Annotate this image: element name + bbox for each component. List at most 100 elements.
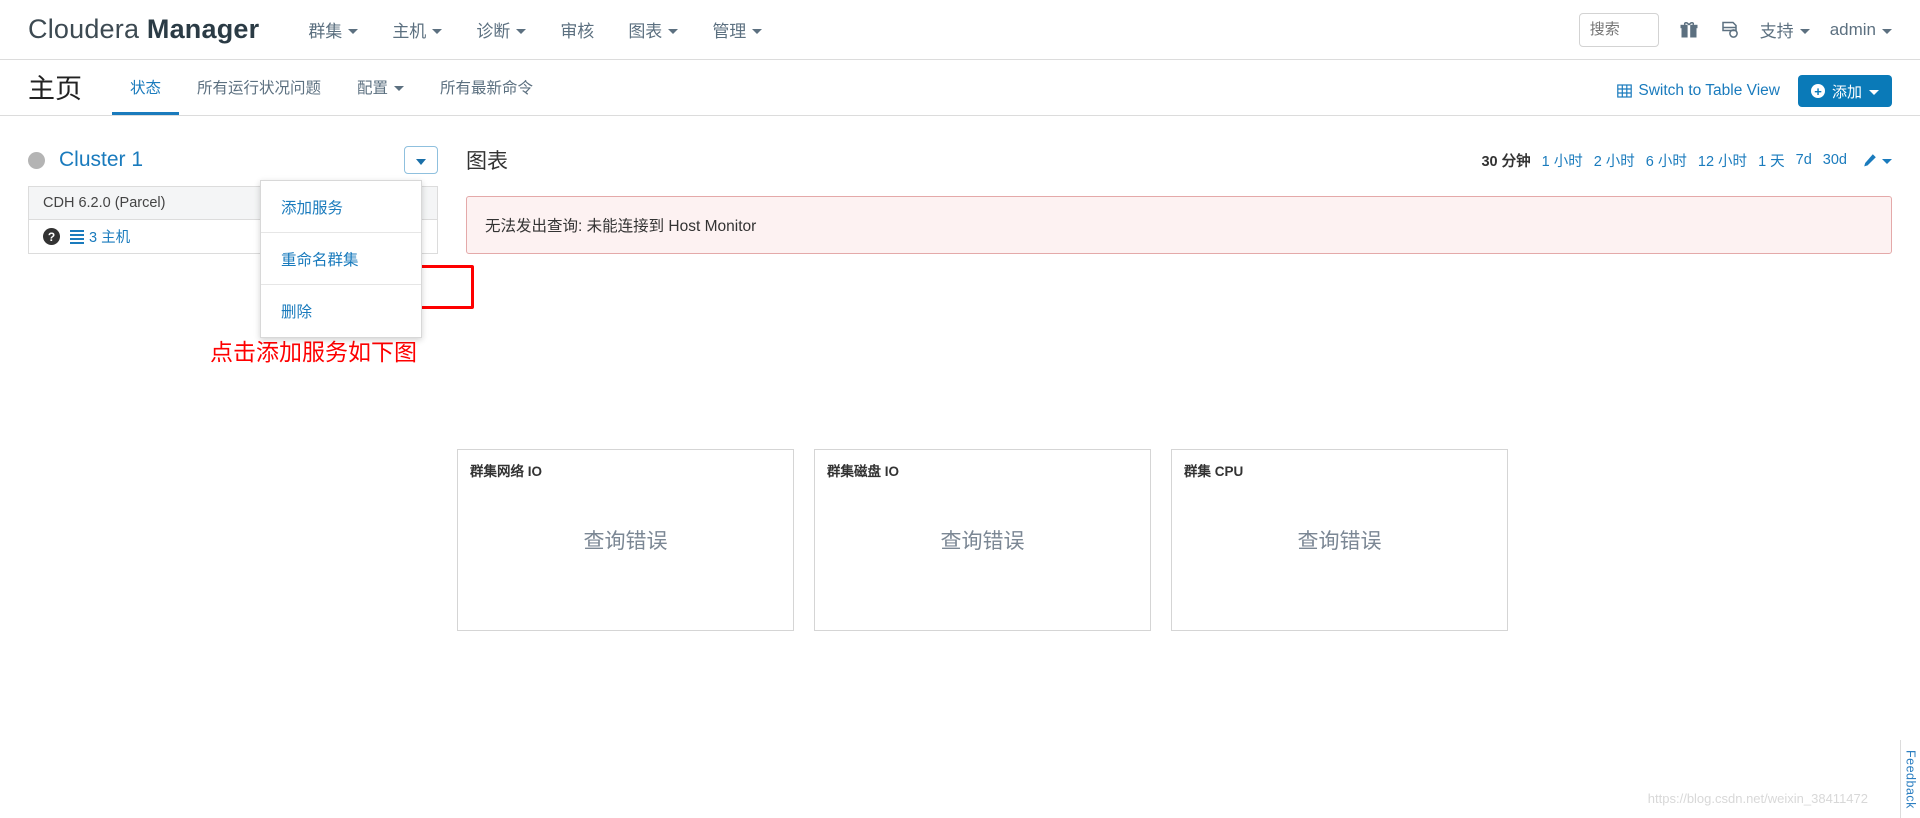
tab-all-recent-commands-label: 所有最新命令 <box>440 80 534 97</box>
menu-item-charts-label: 图表 <box>628 22 663 41</box>
time-range-1day[interactable]: 1 天 <box>1758 150 1785 171</box>
time-range-30min[interactable]: 30 分钟 <box>1481 150 1530 171</box>
time-range-12hour[interactable]: 12 小时 <box>1698 150 1747 171</box>
menu-item-hosts-label: 主机 <box>392 22 427 41</box>
search-input[interactable] <box>1578 12 1659 47</box>
cluster-hosts-link[interactable]: 3 主机 <box>70 226 130 247</box>
menu-item-diagnostics[interactable]: 诊断 <box>459 17 543 42</box>
chevron-down-icon <box>668 28 679 34</box>
chart-card-message: 查询错误 <box>1297 530 1382 553</box>
tab-configuration-label: 配置 <box>357 80 389 97</box>
list-icon <box>70 229 84 244</box>
cluster-column: Cluster 1 CDH 6.2.0 (Parcel) ? 3 主机 添加服务 <box>28 138 474 365</box>
tab-status-label: 状态 <box>130 80 162 97</box>
menu-item-diagnostics-label: 诊断 <box>476 22 511 41</box>
time-range-2hour[interactable]: 2 小时 <box>1594 150 1635 171</box>
time-range-30d[interactable]: 30d <box>1823 152 1847 168</box>
sub-nav-right-controls: Switch to Table View + 添加 <box>1617 75 1892 115</box>
support-label: 支持 <box>1759 22 1794 41</box>
cluster-actions-dropdown-button[interactable] <box>404 146 438 174</box>
parcel-diagram-icon[interactable] <box>1719 19 1740 40</box>
menu-item-clusters[interactable]: 群集 <box>291 17 375 42</box>
chart-card-cluster-network-io[interactable]: 群集网络 IO 查询错误 <box>457 449 794 631</box>
support-menu[interactable]: 支持 <box>1760 17 1810 42</box>
menu-item-rename-cluster-label: 重命名群集 <box>281 251 359 269</box>
charts-title: 图表 <box>466 150 508 173</box>
menu-item-add-service-label: 添加服务 <box>281 199 344 217</box>
charts-column: 图表 30 分钟 1 小时 2 小时 6 小时 12 小时 1 天 7d 30d <box>438 138 1892 254</box>
feedback-tab[interactable]: Feedback <box>1900 740 1920 818</box>
health-question-icon[interactable]: ? <box>43 228 60 245</box>
brand-name-bold: Manager <box>146 14 260 44</box>
watermark-text: https://blog.csdn.net/weixin_38411472 <box>1647 791 1868 806</box>
cluster-actions-menu: 添加服务 重命名群集 删除 <box>260 180 422 338</box>
charts-header: 图表 30 分钟 1 小时 2 小时 6 小时 12 小时 1 天 7d 30d <box>466 138 1892 182</box>
chevron-down-icon <box>1882 28 1892 34</box>
menu-item-charts[interactable]: 图表 <box>611 17 695 42</box>
menu-item-rename-cluster[interactable]: 重命名群集 <box>261 233 421 285</box>
chart-card-cluster-cpu[interactable]: 群集 CPU 查询错误 <box>1171 449 1508 631</box>
top-right-controls: 支持 admin <box>1578 12 1892 47</box>
edit-time-range-button[interactable] <box>1862 153 1892 168</box>
menu-item-delete-label: 删除 <box>281 304 313 321</box>
tab-bar: 状态 所有运行状况问题 配置 所有最新命令 <box>112 76 551 115</box>
error-alert-message: 无法发出查询: 未能连接到 Host Monitor <box>485 218 757 235</box>
chart-card-title: 群集 CPU <box>1184 464 1244 479</box>
cluster-status-dot <box>28 151 45 169</box>
menu-item-administration-label: 管理 <box>712 22 747 41</box>
plus-circle-icon: + <box>1810 84 1825 98</box>
cluster-header: Cluster 1 <box>28 138 438 182</box>
menu-item-hosts[interactable]: 主机 <box>375 17 459 42</box>
chevron-down-icon <box>516 28 527 34</box>
brand-logo[interactable]: Cloudera Manager <box>28 14 259 45</box>
cluster-hosts-label: 3 主机 <box>89 230 131 246</box>
time-range-1hour[interactable]: 1 小时 <box>1542 150 1583 171</box>
user-label: admin <box>1829 19 1876 39</box>
time-range-selector: 30 分钟 1 小时 2 小时 6 小时 12 小时 1 天 7d 30d <box>1481 150 1892 171</box>
pencil-icon <box>1864 153 1876 166</box>
menu-item-audits-label: 审核 <box>560 22 595 41</box>
tab-configuration[interactable]: 配置 <box>339 76 422 115</box>
menu-item-delete[interactable]: 删除 <box>261 285 421 337</box>
chevron-down-icon <box>1869 90 1879 95</box>
error-alert: 无法发出查询: 未能连接到 Host Monitor <box>466 196 1892 254</box>
annotation-text: 点击添加服务如下图 <box>210 339 417 365</box>
gift-icon[interactable] <box>1679 20 1699 40</box>
switch-to-table-view-label: Switch to Table View <box>1638 82 1780 99</box>
menu-item-add-service[interactable]: 添加服务 <box>261 181 421 233</box>
cluster-version-label: CDH 6.2.0 (Parcel) <box>43 195 166 211</box>
brand-name-light: Cloudera <box>28 14 140 44</box>
menu-item-audits[interactable]: 审核 <box>543 17 611 42</box>
add-button[interactable]: + 添加 <box>1797 75 1892 107</box>
switch-to-table-view-link[interactable]: Switch to Table View <box>1617 82 1780 100</box>
chart-card-title: 群集磁盘 IO <box>827 464 900 479</box>
time-range-7d[interactable]: 7d <box>1796 152 1812 168</box>
chevron-down-icon <box>432 28 443 34</box>
tab-all-recent-commands[interactable]: 所有最新命令 <box>422 76 551 115</box>
chart-cards-row: 群集网络 IO 查询错误 群集磁盘 IO 查询错误 群集 CPU 查询错误 <box>457 449 1508 631</box>
sub-navigation-bar: 主页 状态 所有运行状况问题 配置 所有最新命令 Switch to Table… <box>0 60 1920 116</box>
tab-all-health-issues[interactable]: 所有运行状况问题 <box>179 76 339 115</box>
main-content: Cluster 1 CDH 6.2.0 (Parcel) ? 3 主机 添加服务 <box>0 116 1920 365</box>
chevron-down-icon <box>1799 28 1810 34</box>
chart-card-message: 查询错误 <box>583 530 668 553</box>
top-navigation-bar: Cloudera Manager 群集 主机 诊断 审核 图表 管理 搜索 支持… <box>0 0 1920 60</box>
menu-item-administration[interactable]: 管理 <box>695 17 779 42</box>
feedback-label: Feedback <box>1903 749 1918 809</box>
main-menu: 群集 主机 诊断 审核 图表 管理 <box>291 17 779 42</box>
table-grid-icon <box>1617 84 1633 98</box>
chart-card-message: 查询错误 <box>940 530 1025 553</box>
chevron-down-icon <box>1882 159 1892 164</box>
chart-card-title: 群集网络 IO <box>470 464 543 479</box>
chart-card-cluster-disk-io[interactable]: 群集磁盘 IO 查询错误 <box>814 449 1151 631</box>
time-range-6hour[interactable]: 6 小时 <box>1646 150 1687 171</box>
chevron-down-icon <box>416 158 426 165</box>
chevron-down-icon <box>394 86 405 91</box>
user-menu[interactable]: admin <box>1830 20 1892 40</box>
cluster-name-link[interactable]: Cluster 1 <box>59 148 143 172</box>
menu-item-clusters-label: 群集 <box>308 22 343 41</box>
add-button-label: 添加 <box>1831 83 1862 101</box>
chevron-down-icon <box>752 28 763 34</box>
page-title: 主页 <box>28 74 82 104</box>
tab-status[interactable]: 状态 <box>112 76 180 115</box>
